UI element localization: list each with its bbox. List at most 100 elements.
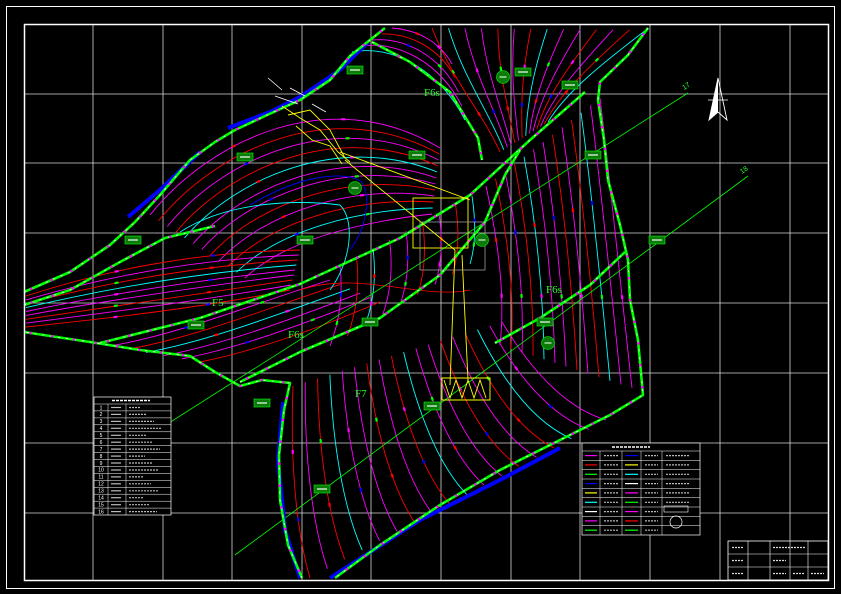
contour-marker <box>430 396 434 402</box>
region-label-middle: F6s <box>288 329 304 341</box>
boundary-marker <box>625 255 629 258</box>
contour-marker <box>310 318 316 322</box>
contour-marker <box>534 98 538 104</box>
legend-row-number: 11 <box>98 475 103 481</box>
boundary-marker <box>552 117 556 121</box>
boundary-marker <box>29 331 32 335</box>
boundary-marker <box>536 132 539 135</box>
contour-marker <box>359 488 363 493</box>
legend-table-right <box>581 442 701 536</box>
boundary-marker <box>170 323 174 327</box>
contour-marker <box>214 333 219 337</box>
boundary-marker <box>236 127 239 131</box>
title-block <box>727 540 829 581</box>
legend-row-number: 15 <box>98 502 104 508</box>
boundary-marker <box>481 223 485 226</box>
boundary-marker <box>362 43 366 47</box>
boundary-marker <box>191 318 195 322</box>
contour-marker <box>494 237 498 243</box>
contour-marker <box>296 517 300 522</box>
boundary-marker <box>336 265 339 269</box>
boundary-marker <box>51 294 54 298</box>
boundary-marker <box>168 235 172 239</box>
boundary-marker <box>609 264 613 267</box>
boundary-marker <box>621 233 624 237</box>
contour-marker <box>113 304 119 308</box>
legend-row-number: 9 <box>100 461 103 467</box>
boundary-marker <box>415 226 418 230</box>
boundary-marker <box>116 345 119 348</box>
contour-marker <box>114 292 119 296</box>
boundary-marker <box>71 286 75 290</box>
contour-marker <box>208 278 213 282</box>
boundary-marker <box>629 401 633 404</box>
boundary-marker <box>575 292 579 295</box>
legend-row-number: 16 <box>98 509 104 515</box>
region-label-right: F6s <box>546 284 562 296</box>
boundary-marker <box>296 99 299 103</box>
legend-table-left: 1 2 3 4 5 6 7 8 9 10 11 12 13 14 15 16 <box>93 396 172 516</box>
boundary-marker <box>613 66 617 70</box>
boundary-marker <box>285 396 288 400</box>
contour-marker <box>268 197 274 201</box>
boundary-marker <box>610 412 614 416</box>
boundary-marker <box>500 337 504 341</box>
boundary-marker <box>356 256 359 259</box>
contour-marker <box>404 281 407 286</box>
boundary-marker <box>281 418 285 422</box>
boundary-marker <box>72 338 76 341</box>
boundary-marker <box>212 311 216 315</box>
boundary-marker <box>641 385 644 389</box>
boundary-marker <box>280 506 283 509</box>
legend-row-number: 7 <box>100 447 103 453</box>
boundary-marker <box>129 254 133 258</box>
boundary-marker <box>474 483 477 486</box>
boundary-marker <box>377 44 381 47</box>
boundary-marker <box>278 484 282 487</box>
legend-row-number: 5 <box>100 433 103 439</box>
region-label-upper: F6s <box>424 87 440 99</box>
boundary-marker <box>70 269 73 273</box>
boundary-marker <box>399 529 403 533</box>
boundary-marker <box>123 230 126 233</box>
boundary-marker <box>455 494 458 497</box>
boundary-marker <box>415 66 419 69</box>
legend-row-number: 14 <box>98 495 104 501</box>
boundary-marker <box>296 283 299 287</box>
boundary-marker <box>512 461 515 465</box>
contour-marker <box>374 417 378 422</box>
boundary-marker <box>597 104 601 107</box>
boundary-marker <box>436 505 439 509</box>
contour-marker <box>421 459 426 465</box>
legend-row-number: 1 <box>100 405 103 411</box>
boundary-marker <box>403 299 406 302</box>
boundary-marker <box>433 215 437 218</box>
legend-row-number: 8 <box>100 454 103 460</box>
boundary-marker <box>627 276 631 280</box>
boundary-marker <box>438 273 442 277</box>
boundary-marker <box>461 112 465 115</box>
boundary-marker <box>153 199 157 202</box>
region-label-lower: F7 <box>355 388 367 400</box>
contour-marker <box>259 300 265 305</box>
boundary-marker <box>138 215 142 218</box>
boundary-marker <box>417 517 421 521</box>
contour-marker <box>114 269 119 273</box>
boundary-marker <box>260 378 264 382</box>
contour-marker <box>207 290 212 294</box>
boundary-marker <box>519 327 523 330</box>
boundary-marker <box>110 265 113 269</box>
boundary-marker <box>450 93 453 96</box>
boundary-marker <box>600 125 604 129</box>
boundary-marker <box>50 278 53 282</box>
boundary-marker <box>421 286 424 290</box>
boundary-marker <box>217 138 220 142</box>
boundary-marker <box>628 50 632 54</box>
boundary-marker <box>30 287 33 291</box>
boundary-marker <box>509 163 513 167</box>
contour-marker <box>183 325 188 330</box>
boundary-marker <box>363 555 366 558</box>
boundary-marker <box>245 377 249 380</box>
boundary-marker <box>199 151 202 154</box>
boundary-marker <box>493 472 496 475</box>
